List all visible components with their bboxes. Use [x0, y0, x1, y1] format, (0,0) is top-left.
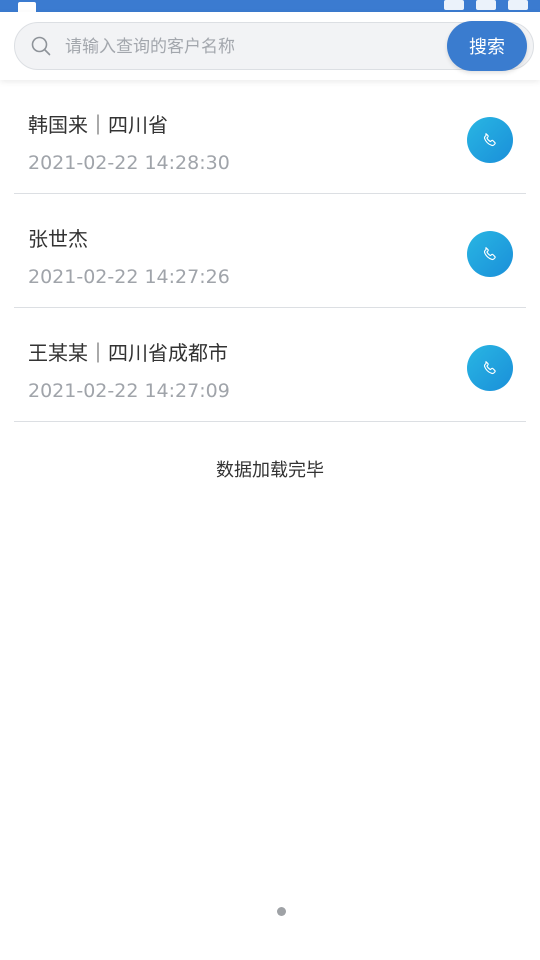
customer-name: 王某某｜四川省成都市 [28, 341, 228, 365]
list-item[interactable]: 张世杰 2021-02-22 14:27:26 [14, 197, 526, 308]
customer-name: 张世杰 [28, 227, 88, 251]
customer-name: 韩国来｜四川省 [28, 113, 168, 137]
call-button[interactable] [467, 117, 513, 163]
load-complete-text: 数据加载完毕 [216, 460, 324, 481]
battery-icon [508, 0, 528, 10]
call-button[interactable] [467, 231, 513, 277]
page-indicator-dot [277, 907, 286, 916]
record-time: 2021-02-22 14:28:30 [28, 152, 230, 174]
phone-icon [483, 361, 496, 375]
search-header: 搜索 [0, 12, 540, 80]
app-screen: 搜索 韩国来｜四川省 2021-02-22 14:28:30 张世杰 2021-… [0, 0, 540, 960]
list-item[interactable]: 韩国来｜四川省 2021-02-22 14:28:30 [14, 83, 526, 194]
signal-icon [476, 0, 496, 10]
record-time: 2021-02-22 14:27:09 [28, 380, 230, 402]
search-input[interactable] [63, 31, 447, 63]
customer-list: 韩国来｜四川省 2021-02-22 14:28:30 张世杰 2021-02-… [0, 80, 540, 422]
record-time: 2021-02-22 14:27:26 [28, 266, 230, 288]
wifi-icon [444, 0, 464, 10]
call-button[interactable] [467, 345, 513, 391]
list-item[interactable]: 王某某｜四川省成都市 2021-02-22 14:27:09 [14, 311, 526, 422]
status-bar [0, 0, 540, 14]
status-icons [444, 0, 528, 12]
search-button[interactable]: 搜索 [447, 21, 527, 71]
phone-icon [483, 133, 496, 147]
phone-icon [483, 247, 496, 261]
search-icon [31, 36, 51, 56]
